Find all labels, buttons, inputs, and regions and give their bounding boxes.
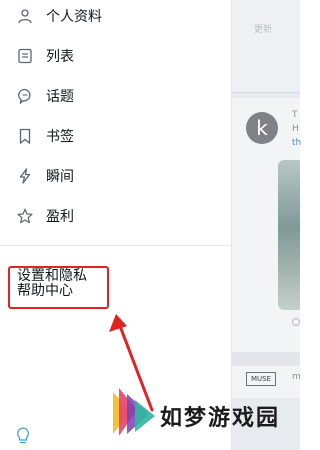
feed-avatar: k xyxy=(246,112,278,144)
bookmark-icon xyxy=(19,128,31,144)
list-icon xyxy=(18,48,32,64)
feed-text-line: m xyxy=(292,372,301,382)
menu-item-label: 盈利 xyxy=(46,209,74,225)
menu-item-lists[interactable]: 列表 xyxy=(0,36,232,76)
menu-item-profile[interactable]: 个人资料 xyxy=(0,0,232,36)
feed-header-text: 更新 xyxy=(254,25,273,35)
watermark-logo-icon xyxy=(113,388,155,436)
menu-item-label: 个人资料 xyxy=(46,9,102,25)
lightbulb-icon[interactable] xyxy=(14,426,32,446)
feed-text-line: H xyxy=(292,124,299,134)
topic-icon xyxy=(18,88,31,104)
feed-divider xyxy=(232,92,300,93)
menu-item-monetization[interactable]: 盈利 xyxy=(0,196,232,236)
feed-text-line: th xyxy=(292,138,302,148)
watermark-text: 如梦游戏园 xyxy=(160,406,281,431)
feed-header: 更新 xyxy=(232,0,300,92)
menu-item-bookmarks[interactable]: 书签 xyxy=(0,116,232,156)
menu-item-label: 瞬间 xyxy=(46,169,74,185)
menu-item-label: 列表 xyxy=(46,49,74,65)
menu-item-label: 话题 xyxy=(46,89,74,105)
feed-media-image xyxy=(278,160,300,310)
feed-avatar-badge: MUSE xyxy=(246,372,276,386)
star-icon xyxy=(17,208,33,224)
menu-item-moments[interactable]: 瞬间 xyxy=(0,156,232,196)
feed-divider xyxy=(232,352,300,366)
menu-item-label: 书签 xyxy=(46,129,74,145)
like-icon xyxy=(292,318,300,326)
menu-divider xyxy=(0,245,232,246)
person-icon xyxy=(18,9,32,24)
menu-item-topics[interactable]: 话题 xyxy=(0,76,232,116)
annotation-highlight-box xyxy=(8,266,109,309)
feed-text-line: T xyxy=(292,110,298,120)
lightning-icon xyxy=(19,168,31,184)
